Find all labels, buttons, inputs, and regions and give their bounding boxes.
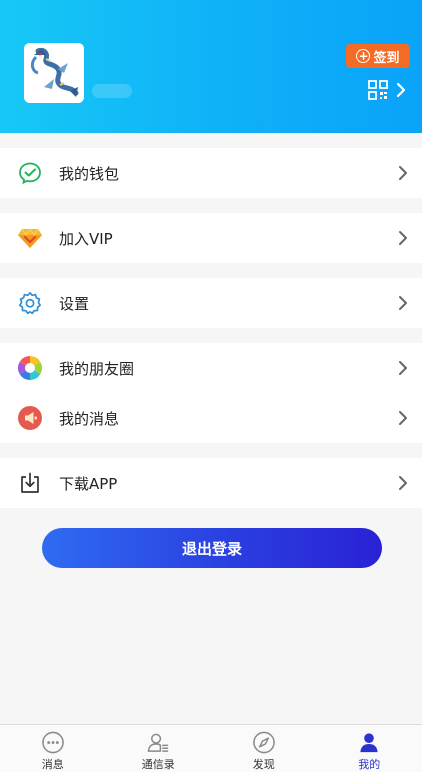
compass-icon (252, 731, 275, 754)
wechat-check-icon (17, 160, 43, 186)
chevron-right-icon (399, 411, 407, 425)
tab-discover[interactable]: 发现 (211, 725, 317, 772)
menu-label-download: 下载APP (59, 474, 118, 493)
nickname-placeholder (92, 84, 132, 98)
plus-circle-icon: + (356, 49, 371, 63)
person-icon (360, 733, 378, 753)
tab-label: 通信录 (141, 758, 175, 771)
dragon-avatar-image (24, 43, 84, 103)
menu-label-wallet: 我的钱包 (59, 164, 120, 183)
chevron-right-icon (399, 231, 407, 245)
qr-code-entry[interactable] (368, 79, 410, 101)
megaphone-icon (17, 405, 43, 431)
bottom-tab-bar: 消息 通信录 发现 我的 (0, 724, 422, 772)
camera-aperture-icon (17, 355, 43, 381)
chevron-right-icon (399, 361, 407, 375)
menu-item-vip[interactable]: 加入VIP (0, 213, 422, 263)
menu-item-download[interactable]: 下载APP (0, 458, 422, 508)
menu-item-settings[interactable]: 设置 (0, 278, 422, 328)
logout-button[interactable]: 退出登录 (42, 528, 382, 568)
checkin-button[interactable]: + 签到 (346, 44, 410, 68)
menu-item-moments[interactable]: 我的朋友圈 (0, 343, 422, 393)
profile-header: + 签到 (0, 0, 422, 133)
wallet-section: 我的钱包 (0, 148, 422, 198)
chat-bubble-icon (41, 731, 64, 754)
download-section: 下载APP (0, 458, 422, 508)
menu-label-vip: 加入VIP (59, 229, 113, 248)
tab-label: 我的 (358, 758, 381, 771)
tab-label: 消息 (41, 758, 64, 771)
chevron-right-icon (399, 296, 407, 310)
tab-contacts[interactable]: 通信录 (106, 725, 212, 772)
social-section: 我的朋友圈 我的消息 (0, 343, 422, 443)
chevron-right-icon (399, 166, 407, 180)
download-icon (17, 470, 43, 496)
menu-item-messages[interactable]: 我的消息 (0, 393, 422, 443)
checkin-label: 签到 (373, 50, 400, 66)
chevron-right-icon (396, 82, 406, 98)
tab-messages[interactable]: 消息 (0, 725, 106, 772)
avatar[interactable] (24, 43, 84, 103)
menu-label-settings: 设置 (59, 294, 90, 313)
chevron-right-icon (399, 476, 407, 490)
menu-label-messages: 我的消息 (59, 409, 120, 428)
tab-label: 发现 (252, 758, 275, 771)
vip-section: 加入VIP (0, 213, 422, 263)
qr-code-icon (368, 80, 388, 100)
gear-icon (17, 290, 43, 316)
menu-item-wallet[interactable]: 我的钱包 (0, 148, 422, 198)
diamond-vip-icon (17, 225, 43, 251)
settings-section: 设置 (0, 278, 422, 328)
menu-label-moments: 我的朋友圈 (59, 359, 135, 378)
contacts-icon (147, 733, 169, 752)
tab-me[interactable]: 我的 (317, 725, 422, 772)
